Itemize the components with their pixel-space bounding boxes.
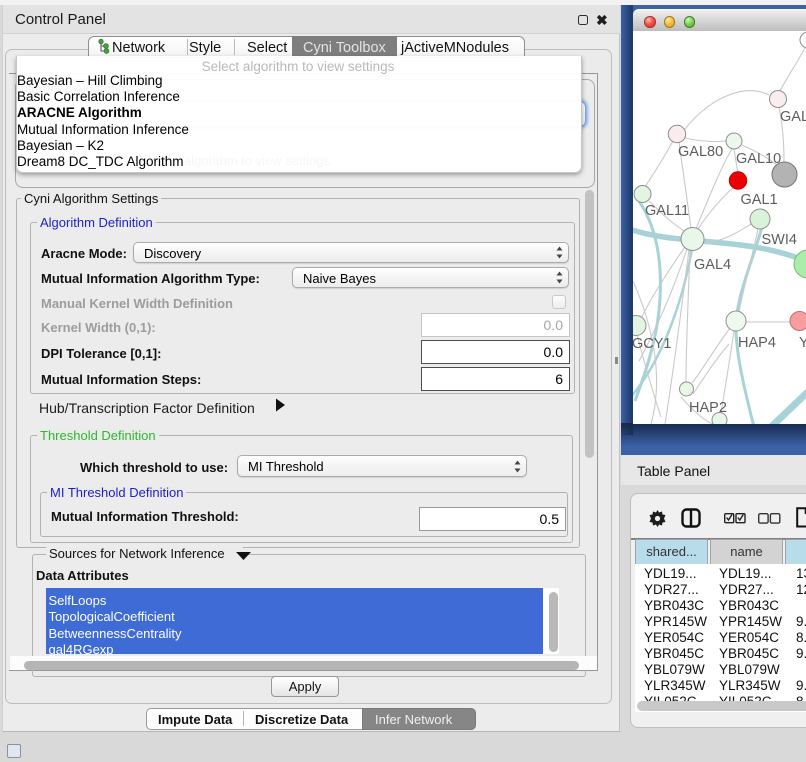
svg-text:GAL4: GAL4 <box>694 257 731 273</box>
svg-text:GAL10: GAL10 <box>736 151 781 167</box>
svg-text:GAL11: GAL11 <box>645 203 689 219</box>
svg-text:GAL80: GAL80 <box>678 144 723 160</box>
svg-text:HAP4: HAP4 <box>738 335 776 351</box>
svg-text:GAL1: GAL1 <box>741 192 778 208</box>
svg-text:YM: YM <box>799 335 806 351</box>
svg-text:SWI4: SWI4 <box>762 232 797 248</box>
svg-text:HAP2: HAP2 <box>689 400 727 416</box>
svg-text:GAL7: GAL7 <box>780 109 806 125</box>
svg-text:GCY1: GCY1 <box>633 336 672 352</box>
